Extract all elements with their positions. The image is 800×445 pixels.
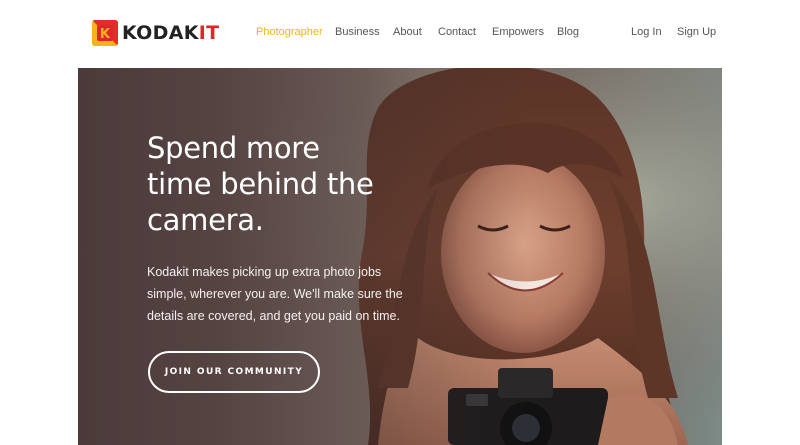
join-community-button[interactable]: JOIN OUR COMMUNITY — [148, 351, 320, 393]
main-nav: Photographer Business About Contact Empo… — [0, 26, 800, 42]
hero-subcopy-line: details are covered, and get you paid on… — [147, 309, 400, 323]
nav-item-blog[interactable]: Blog — [557, 26, 579, 38]
hero-banner: Spend more time behind the camera. Kodak… — [78, 68, 722, 445]
nav-item-about[interactable]: About — [393, 26, 422, 38]
signup-link[interactable]: Sign Up — [677, 26, 716, 38]
hero-subcopy: Kodakit makes picking up extra photo job… — [147, 261, 417, 327]
hero-headline-line: time behind the — [147, 167, 374, 201]
hero-headline-line: Spend more — [147, 131, 320, 165]
hero-headline-line: camera. — [147, 203, 264, 237]
login-link[interactable]: Log In — [631, 26, 662, 38]
hero-headline: Spend more time behind the camera. — [147, 130, 447, 238]
hero-subcopy-line: simple, wherever you are. We'll make sur… — [147, 287, 403, 301]
nav-item-empowers[interactable]: Empowers — [492, 26, 544, 38]
nav-item-photographer[interactable]: Photographer — [256, 26, 323, 38]
nav-item-contact[interactable]: Contact — [438, 26, 476, 38]
site-header: KODAKIT Photographer Business About Cont… — [0, 0, 800, 68]
hero-subcopy-line: Kodakit makes picking up extra photo job… — [147, 265, 382, 279]
nav-item-business[interactable]: Business — [335, 26, 380, 38]
